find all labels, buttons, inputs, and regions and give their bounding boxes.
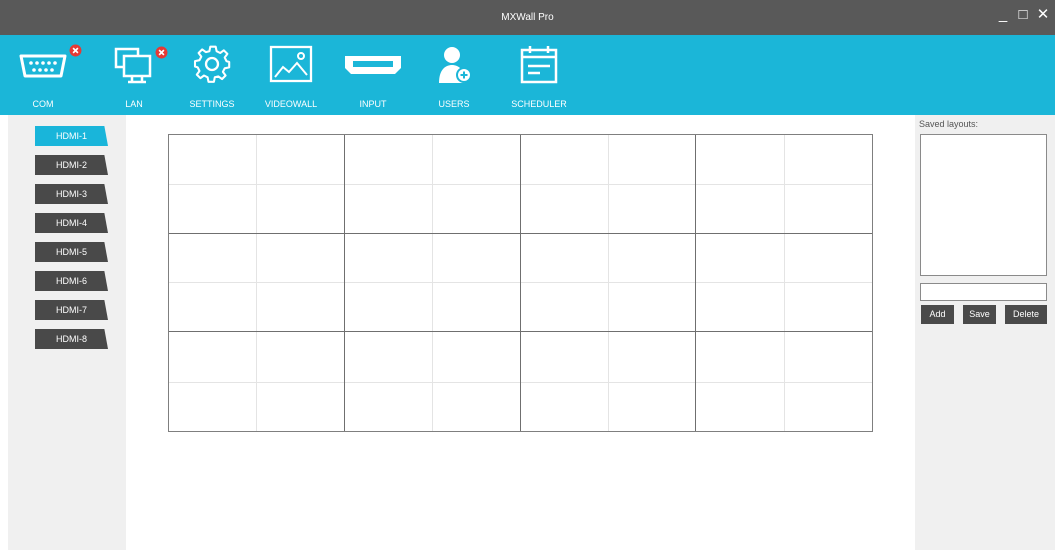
main-toolbar: COM LAN SETTINGS VIDEOWALL INPUT USERS S…: [0, 35, 1055, 115]
panel-subdivider-horizontal: [696, 381, 872, 383]
toolbar-scheduler-label: SCHEDULER: [511, 99, 567, 109]
toolbar-videowall[interactable]: VIDEOWALL: [257, 40, 325, 110]
input-tab-hdmi-3[interactable]: HDMI-3: [35, 184, 108, 204]
maximize-button[interactable]: □: [1015, 5, 1031, 25]
toolbar-settings[interactable]: SETTINGS: [178, 40, 246, 110]
calendar-icon: [520, 46, 558, 84]
add-user-icon: [439, 47, 472, 83]
toolbar-videowall-label: VIDEOWALL: [264, 99, 318, 109]
delete-layout-button[interactable]: Delete: [1005, 305, 1047, 324]
toolbar-lan[interactable]: LAN: [100, 40, 168, 110]
videowall-panel[interactable]: [344, 233, 521, 333]
hdmi-port-icon: [345, 56, 401, 74]
panel-subdivider-horizontal: [169, 183, 344, 185]
add-layout-button[interactable]: Add: [921, 305, 954, 324]
minimize-button[interactable]: _: [995, 5, 1011, 25]
panel-subdivider-horizontal: [520, 183, 696, 185]
videowall-panel[interactable]: [696, 233, 872, 333]
panel-subdivider-horizontal: [169, 282, 344, 284]
panel-subdivider-horizontal: [520, 282, 696, 284]
videowall-panel[interactable]: [520, 135, 697, 234]
videowall-panel[interactable]: [344, 135, 521, 234]
panel-subdivider-horizontal: [344, 282, 520, 284]
toolbar-input[interactable]: INPUT: [339, 40, 407, 110]
toolbar-input-label: INPUT: [359, 99, 387, 109]
videowall-panel[interactable]: [520, 233, 697, 333]
videowall-panel[interactable]: [520, 332, 697, 431]
toolbar-scheduler[interactable]: SCHEDULER: [505, 40, 573, 110]
panel-subdivider-horizontal: [696, 183, 872, 185]
panel-subdivider-horizontal: [344, 381, 520, 383]
toolbar-settings-label: SETTINGS: [189, 99, 235, 109]
panel-subdivider-horizontal: [344, 183, 520, 185]
disconnected-icon: [155, 46, 168, 59]
panel-subdivider-horizontal: [169, 381, 344, 383]
layout-name-input[interactable]: [920, 283, 1047, 301]
videowall-panel[interactable]: [344, 332, 521, 431]
videowall-panel[interactable]: [696, 135, 872, 234]
toolbar-users-label: USERS: [438, 99, 470, 109]
serial-port-icon: [19, 54, 67, 78]
toolbar-users[interactable]: USERS: [420, 40, 488, 110]
videowall-panel[interactable]: [169, 135, 345, 234]
input-tab-hdmi-6[interactable]: HDMI-6: [35, 271, 108, 291]
videowall-panel[interactable]: [696, 332, 872, 431]
close-button[interactable]: ✕: [1035, 5, 1051, 25]
gear-icon: [193, 45, 231, 83]
input-tab-hdmi-7[interactable]: HDMI-7: [35, 300, 108, 320]
toolbar-com[interactable]: COM: [9, 40, 82, 110]
panel-subdivider-horizontal: [520, 381, 696, 383]
input-tab-hdmi-1[interactable]: HDMI-1: [35, 126, 108, 146]
save-layout-button[interactable]: Save: [963, 305, 996, 324]
input-tab-hdmi-2[interactable]: HDMI-2: [35, 155, 108, 175]
input-tab-hdmi-5[interactable]: HDMI-5: [35, 242, 108, 262]
input-tab-hdmi-8[interactable]: HDMI-8: [35, 329, 108, 349]
saved-layouts-label: Saved layouts:: [919, 119, 979, 129]
videowall-panel[interactable]: [169, 233, 345, 333]
window-title: MXWall Pro: [501, 12, 554, 23]
toolbar-com-label: COM: [32, 99, 54, 109]
videowall-grid[interactable]: [168, 134, 873, 432]
disconnected-icon: [69, 44, 82, 57]
input-tab-hdmi-4[interactable]: HDMI-4: [35, 213, 108, 233]
saved-layouts-list[interactable]: [920, 134, 1047, 276]
panel-subdivider-horizontal: [696, 282, 872, 284]
image-icon: [269, 45, 313, 83]
title-bar: MXWall Pro _ □ ✕: [0, 0, 1055, 35]
toolbar-lan-label: LAN: [125, 99, 143, 109]
videowall-panel[interactable]: [169, 332, 345, 431]
